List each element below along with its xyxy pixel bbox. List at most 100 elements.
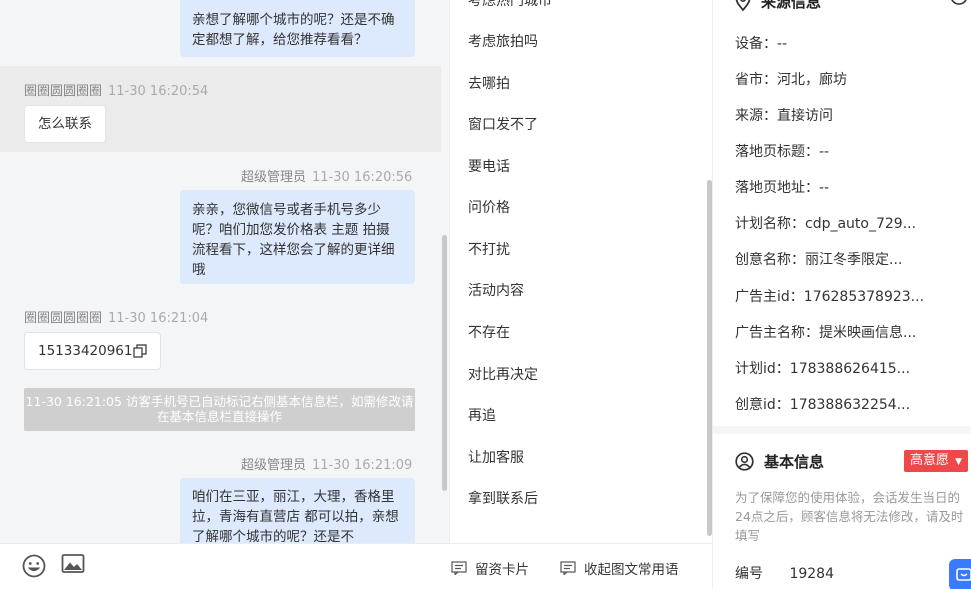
floating-chat-button[interactable] (949, 559, 971, 589)
lead-card-label: 留资卡片 (475, 562, 529, 578)
quick-reply-item[interactable]: 不存在 (468, 322, 510, 342)
info-row-region: 省市：河北，廊坊 (735, 69, 847, 89)
quick-reply-item[interactable]: 再追 (468, 405, 496, 425)
message-icon (560, 561, 576, 575)
info-label: 落地页地址： (735, 180, 819, 196)
quick-reply-item[interactable]: 不打扰 (468, 239, 510, 259)
info-row-plan-id: 计划id：178388626415... (735, 358, 910, 378)
info-value: 176285378923... (803, 289, 925, 305)
intent-level-label: 高意愿 (910, 453, 950, 468)
info-value: -- (777, 36, 788, 52)
collapse-phrases-label: 收起图文常用语 (584, 562, 679, 578)
info-label: 编号 (735, 566, 763, 582)
info-row-advertiser-id: 广告主id：176285378923... (735, 286, 924, 306)
info-row-plan-name: 计划名称：cdp_auto_729... (735, 213, 916, 233)
customer-info-panel: 来源信息 设备：-- 省市：河北，廊坊 来源：直接访问 落地页标题：-- 落地页… (712, 0, 971, 589)
info-label: 设备： (735, 36, 777, 52)
info-label: 计划名称： (735, 216, 805, 232)
sender-name: 圈圈圆圆圈圈 (24, 84, 103, 99)
quick-reply-item[interactable]: 考虑旅拍吗 (468, 31, 538, 51)
chat-icon (956, 568, 971, 581)
visitor-message-bubble: 怎么联系 (24, 105, 106, 143)
edit-notice: 为了保障您的使用体验，会话发生当日的24点之后，顾客信息将无法修改，请及时填写 (735, 490, 964, 543)
info-value: 河北，廊坊 (777, 72, 847, 88)
info-value: 178388632254... (789, 397, 911, 413)
message-text: 亲想了解哪个城市的呢？还是不确定都想了解，给您推荐看看？ (192, 12, 395, 48)
message-text: 怎么联系 (38, 116, 92, 132)
location-pin-icon (735, 0, 751, 11)
info-row-creative-name: 创意名称：丽江冬季限定... (735, 249, 902, 269)
info-value: -- (819, 180, 830, 196)
info-value: 178388626415... (789, 361, 911, 377)
info-row-landing-url: 落地页地址：-- (735, 177, 829, 197)
quick-reply-item[interactable]: 活动内容 (468, 280, 524, 300)
sender-name: 圈圈圆圆圈圈 (24, 311, 103, 326)
info-label: 来源： (735, 108, 777, 124)
quick-reply-item[interactable]: 让加客服 (468, 447, 524, 467)
info-row-landing-title: 落地页标题：-- (735, 141, 829, 161)
quick-reply-list: 考虑热门城市 考虑旅拍吗 去哪拍 窗口发不了 要电话 问价格 不打扰 活动内容 … (449, 0, 712, 543)
info-row-source: 来源：直接访问 (735, 105, 833, 125)
card-icon (451, 561, 467, 575)
info-value: 提米映画信息... (819, 325, 917, 341)
system-notice-text: 11-30 16:21:05 访客手机号已自动标记右侧基本信息栏，如需修改请在基… (25, 394, 414, 424)
message-text: 亲亲，您微信号或者手机号多少呢？咱们加您发价格表 主题 拍摄流程看下，这样您会了… (192, 202, 395, 278)
message-meta: 超级管理员 11-30 16:20:56 (241, 166, 412, 185)
quick-reply-item[interactable]: 要电话 (468, 156, 510, 176)
quick-reply-item[interactable]: 考虑热门城市 (468, 0, 552, 10)
message-time: 11-30 16:20:56 (312, 170, 413, 185)
agent-message-bubble: 咱们在三亚，丽江，大理，香格里拉，青海有直营店 都可以拍，亲想了解哪个城市的呢？… (180, 478, 415, 543)
source-info-header: 来源信息 (735, 0, 821, 12)
message-text: 15133420961 (38, 343, 133, 359)
info-label: 创意名称： (735, 252, 805, 268)
quick-reply-item[interactable]: 拿到联系后 (468, 488, 538, 508)
info-row-device: 设备：-- (735, 33, 787, 53)
section-divider (713, 426, 971, 434)
quick-reply-item[interactable]: 去哪拍 (468, 73, 510, 93)
intent-level-dropdown[interactable]: 高意愿 ▼ (904, 450, 969, 472)
collapse-phrases-button[interactable]: 收起图文常用语 (560, 558, 679, 578)
basic-info-title: 基本信息 (764, 453, 825, 471)
basic-info-header: 基本信息 (735, 451, 824, 472)
info-value: 丽江冬季限定... (805, 252, 903, 268)
info-label: 落地页标题： (735, 144, 819, 160)
info-value: -- (819, 144, 830, 160)
smile-icon[interactable] (21, 553, 47, 579)
info-row-advertiser-name: 广告主名称：提米映画信息... (735, 322, 916, 342)
chat-panel: 亲想了解哪个城市的呢？还是不确定都想了解，给您推荐看看？ 圈圈圆圆圈圈 11-30… (0, 0, 449, 543)
info-row-serial: 编号 19284 (735, 563, 834, 583)
message-text: 咱们在三亚，丽江，大理，香格里拉，青海有直营店 都可以拍，亲想了解哪个城市的呢？… (192, 489, 399, 543)
quick-reply-item[interactable]: 对比再决定 (468, 364, 538, 384)
image-icon[interactable] (60, 551, 86, 577)
sender-name: 超级管理员 (241, 458, 307, 473)
message-time: 11-30 16:21:04 (108, 311, 209, 326)
info-value: cdp_auto_729... (805, 216, 917, 232)
message-meta: 圈圈圆圆圈圈 11-30 16:20:54 (24, 80, 208, 99)
message-meta: 超级管理员 11-30 16:21:09 (241, 454, 412, 473)
info-value: 19284 (789, 566, 834, 582)
system-notice: 11-30 16:21:05 访客手机号已自动标记右侧基本信息栏，如需修改请在基… (24, 388, 415, 431)
visitor-message-bubble: 15133420961 (24, 332, 162, 370)
message-time: 11-30 16:21:09 (312, 458, 413, 473)
user-circle-icon (735, 452, 754, 471)
info-value: 直接访问 (777, 108, 833, 124)
info-label: 广告主id： (735, 289, 804, 305)
quick-reply-item[interactable]: 问价格 (468, 197, 510, 217)
info-label: 广告主名称： (735, 325, 819, 341)
info-row-creative-id: 创意id：178388632254... (735, 394, 910, 414)
agent-message-bubble: 亲亲，您微信号或者手机号多少呢？咱们加您发价格表 主题 拍摄流程看下，这样您会了… (180, 190, 415, 284)
info-label: 计划id： (735, 361, 790, 377)
quick-reply-item[interactable]: 窗口发不了 (468, 114, 538, 134)
lead-card-button[interactable]: 留资卡片 (451, 558, 529, 578)
agent-message-bubble: 亲想了解哪个城市的呢？还是不确定都想了解，给您推荐看看？ (180, 0, 415, 57)
message-time: 11-30 16:20:54 (108, 84, 209, 99)
chat-scrollbar[interactable] (442, 235, 447, 491)
source-info-title: 来源信息 (761, 0, 822, 11)
info-label: 创意id： (735, 397, 790, 413)
sender-name: 超级管理员 (241, 170, 307, 185)
message-meta: 圈圈圆圆圈圈 11-30 16:21:04 (24, 307, 208, 326)
info-label: 省市： (735, 72, 777, 88)
copy-icon[interactable] (133, 344, 148, 358)
caret-down-icon: ▼ (955, 457, 963, 467)
edit-icon[interactable] (949, 0, 969, 8)
